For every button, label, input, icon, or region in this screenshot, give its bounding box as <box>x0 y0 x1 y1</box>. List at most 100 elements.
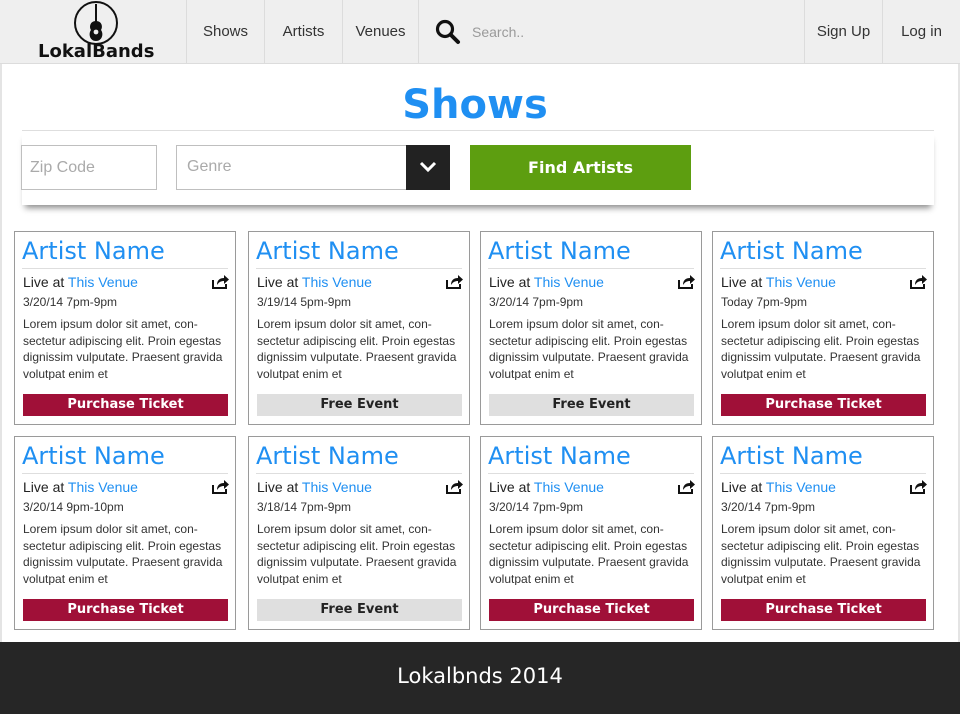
find-artists-button[interactable]: Find Artists <box>470 145 691 190</box>
artist-name[interactable]: Artist Name <box>488 237 631 265</box>
nav-shows-label: Shows <box>202 23 249 40</box>
show-date: 3/20/14 7pm-9pm <box>489 295 584 309</box>
search-bar <box>420 0 804 64</box>
live-at-label: Live at <box>257 479 299 495</box>
share-icon[interactable] <box>677 479 695 495</box>
venue-link[interactable]: This Venue <box>68 479 138 495</box>
venue-link[interactable]: This Venue <box>534 274 604 290</box>
show-description: Lorem ipsum dolor sit amet, con-sectetur… <box>721 522 921 585</box>
venue-link[interactable]: This Venue <box>766 274 836 290</box>
nav-shows[interactable]: Shows <box>186 0 264 64</box>
show-date: 3/20/14 9pm-10pm <box>23 500 124 514</box>
live-at-label: Live at <box>489 479 531 495</box>
chevron-down-icon <box>419 161 437 173</box>
free-event-button[interactable]: Free Event <box>257 599 462 621</box>
card-divider <box>720 473 926 474</box>
signup-label: Sign Up <box>816 23 871 40</box>
show-date: 3/20/14 7pm-9pm <box>23 295 118 309</box>
show-description: Lorem ipsum dolor sit amet, con-sectetur… <box>721 317 921 380</box>
top-nav: LokalBands Shows Artists Venues Sign Up … <box>0 0 960 64</box>
card-divider <box>22 268 228 269</box>
login-label: Log in <box>901 23 942 40</box>
venue-link[interactable]: This Venue <box>302 274 372 290</box>
artist-name[interactable]: Artist Name <box>22 237 165 265</box>
show-description: Lorem ipsum dolor sit amet, con-sectetur… <box>489 317 689 380</box>
share-icon[interactable] <box>211 274 229 290</box>
live-at-label: Live at <box>721 274 763 290</box>
show-date: 3/18/14 7pm-9pm <box>257 500 352 514</box>
share-icon[interactable] <box>909 479 927 495</box>
show-date: Today 7pm-9pm <box>721 295 808 309</box>
purchase-ticket-button[interactable]: Purchase Ticket <box>489 599 694 621</box>
artist-name[interactable]: Artist Name <box>720 237 863 265</box>
logo-text: LokalBands <box>38 41 155 62</box>
show-card[interactable]: Artist Name Live at This Venue 3/20/14 9pm… <box>14 436 236 630</box>
show-description: Lorem ipsum dolor sit amet, con-sectetur… <box>489 522 689 585</box>
live-at-label: Live at <box>721 479 763 495</box>
show-card[interactable]: Artist Name Live at This Venue 3/20/14 7pm… <box>14 231 236 425</box>
genre-select[interactable]: Genre <box>176 145 450 190</box>
card-live-line: Live at This Venue <box>23 274 138 290</box>
show-date: 3/20/14 7pm-9pm <box>721 500 816 514</box>
genre-dropdown-button[interactable] <box>406 145 450 190</box>
card-divider <box>720 268 926 269</box>
venue-link[interactable]: This Venue <box>534 479 604 495</box>
purchase-ticket-button[interactable]: Purchase Ticket <box>721 394 926 416</box>
live-at-label: Live at <box>23 479 65 495</box>
venue-link[interactable]: This Venue <box>766 479 836 495</box>
free-event-button[interactable]: Free Event <box>257 394 462 416</box>
card-live-line: Live at This Venue <box>489 274 604 290</box>
card-divider <box>488 473 694 474</box>
live-at-label: Live at <box>489 274 531 290</box>
panel-edge-left <box>0 64 2 642</box>
artist-name[interactable]: Artist Name <box>720 442 863 470</box>
artist-name[interactable]: Artist Name <box>256 237 399 265</box>
signup-link[interactable]: Sign Up <box>804 0 882 64</box>
nav-artists-label: Artists <box>282 23 325 40</box>
show-card[interactable]: Artist Name Live at This Venue 3/20/14 7pm… <box>480 231 702 425</box>
show-card[interactable]: Artist Name Live at This Venue Today 7pm-9… <box>712 231 934 425</box>
nav-venues-label: Venues <box>355 23 406 40</box>
login-link[interactable]: Log in <box>882 0 960 64</box>
show-date: 3/19/14 5pm-9pm <box>257 295 352 309</box>
genre-select-placeholder: Genre <box>187 158 232 175</box>
search-input[interactable] <box>472 20 772 44</box>
show-date: 3/20/14 7pm-9pm <box>489 500 584 514</box>
logo[interactable]: LokalBands <box>24 0 184 64</box>
purchase-ticket-button[interactable]: Purchase Ticket <box>23 394 228 416</box>
share-icon[interactable] <box>445 479 463 495</box>
show-description: Lorem ipsum dolor sit amet, con-sectetur… <box>257 522 457 585</box>
card-live-line: Live at This Venue <box>721 274 836 290</box>
card-live-line: Live at This Venue <box>257 479 372 495</box>
show-card[interactable]: Artist Name Live at This Venue 3/20/14 7pm… <box>480 436 702 630</box>
show-card[interactable]: Artist Name Live at This Venue 3/18/14 7pm… <box>248 436 470 630</box>
card-divider <box>488 268 694 269</box>
page-title: Shows <box>402 82 548 128</box>
card-live-line: Live at This Venue <box>489 479 604 495</box>
card-divider <box>256 268 462 269</box>
zip-code-input[interactable] <box>21 145 157 190</box>
share-icon[interactable] <box>211 479 229 495</box>
show-card[interactable]: Artist Name Live at This Venue 3/19/14 5pm… <box>248 231 470 425</box>
venue-link[interactable]: This Venue <box>68 274 138 290</box>
venue-link[interactable]: This Venue <box>302 479 372 495</box>
show-card[interactable]: Artist Name Live at This Venue 3/20/14 7pm… <box>712 436 934 630</box>
footer-text: Lokalbnds 2014 <box>397 664 563 688</box>
share-icon[interactable] <box>445 274 463 290</box>
artist-name[interactable]: Artist Name <box>256 442 399 470</box>
card-divider <box>22 473 228 474</box>
purchase-ticket-button[interactable]: Purchase Ticket <box>721 599 926 621</box>
artist-name[interactable]: Artist Name <box>488 442 631 470</box>
card-live-line: Live at This Venue <box>23 479 138 495</box>
card-live-line: Live at This Venue <box>257 274 372 290</box>
share-icon[interactable] <box>909 274 927 290</box>
free-event-button[interactable]: Free Event <box>489 394 694 416</box>
search-icon[interactable] <box>435 19 461 45</box>
nav-venues[interactable]: Venues <box>342 0 419 64</box>
artist-name[interactable]: Artist Name <box>22 442 165 470</box>
share-icon[interactable] <box>677 274 695 290</box>
purchase-ticket-button[interactable]: Purchase Ticket <box>23 599 228 621</box>
show-description: Lorem ipsum dolor sit amet, con-sectetur… <box>23 317 223 380</box>
footer: Lokalbnds 2014 <box>0 642 960 714</box>
nav-artists[interactable]: Artists <box>264 0 342 64</box>
